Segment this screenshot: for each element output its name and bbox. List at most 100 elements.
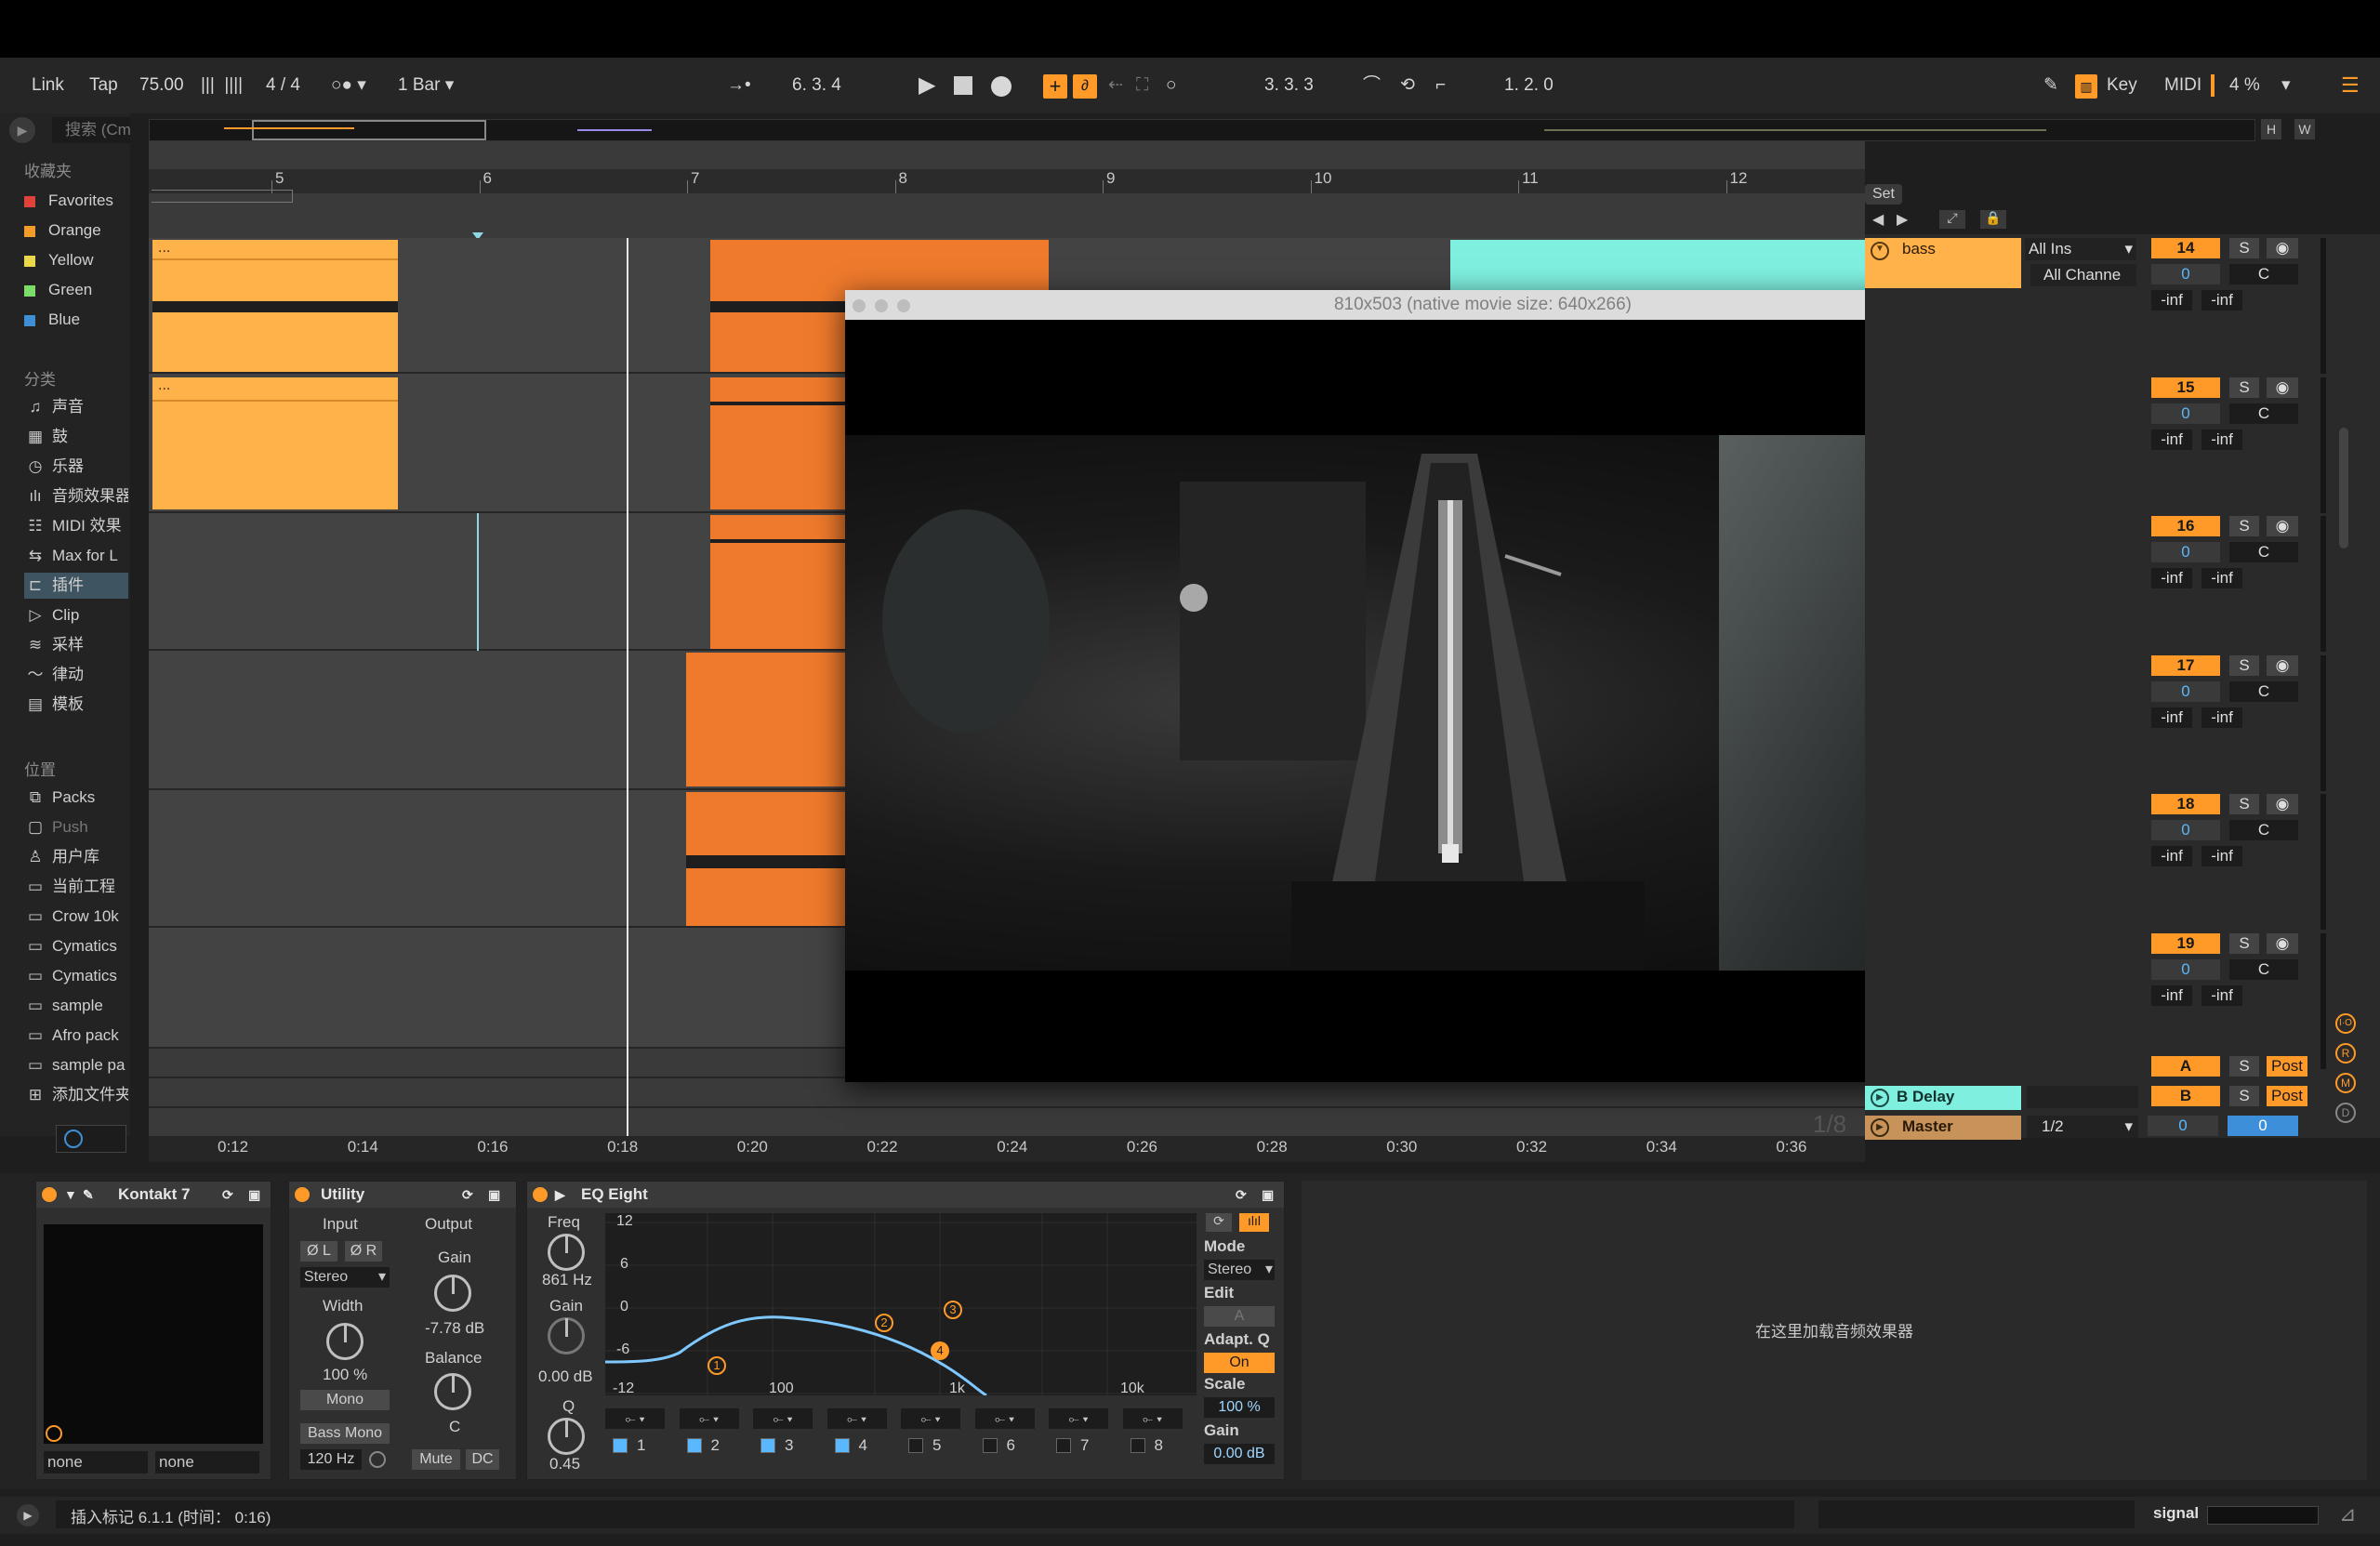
track-header-bass[interactable]: ▼ bass	[1865, 238, 2021, 288]
category-item[interactable]: ⇆ Max for L	[24, 543, 128, 569]
save-preset-icon[interactable]: ▣	[248, 1182, 260, 1208]
arrangement-overview[interactable]	[149, 119, 2255, 141]
volume-field[interactable]: 0	[2151, 264, 2220, 284]
utility-device[interactable]: Utility ⟳ ▣ Input Output Ø L Ø R Stereo ▾…	[288, 1181, 517, 1480]
track-activator[interactable]: 18	[2151, 794, 2220, 814]
solo-button[interactable]: S	[2229, 1056, 2259, 1077]
place-item[interactable]: ▭ Cymatics	[24, 963, 128, 989]
place-item[interactable]: ▭ Crow 10k	[24, 904, 128, 930]
filter-type-icon[interactable]: ⟜ ▾	[753, 1408, 813, 1429]
metronome-icon[interactable]: ○● ▾	[331, 71, 366, 100]
plugin-display[interactable]	[44, 1224, 263, 1444]
category-item[interactable]: ≋ 采样	[24, 632, 128, 658]
balance-knob[interactable]	[434, 1373, 471, 1410]
hot-swap-icon[interactable]: ⟳	[462, 1182, 473, 1208]
minimize-icon[interactable]	[875, 299, 888, 312]
channel-mode-select[interactable]: Stereo ▾	[300, 1267, 390, 1288]
return-activator[interactable]: A	[2151, 1056, 2220, 1077]
solo-button[interactable]: S	[2229, 516, 2259, 536]
menu-icon[interactable]: ☰	[2341, 71, 2360, 100]
next-locator-icon[interactable]: ▶	[1897, 210, 1908, 229]
time-signature[interactable]: 4 / 4	[266, 71, 300, 100]
place-item[interactable]: ▭ sample	[24, 993, 128, 1019]
plugin-param-select[interactable]: none	[155, 1451, 259, 1473]
solo-button[interactable]: S	[2229, 654, 2259, 676]
tap-button[interactable]: Tap	[89, 71, 118, 100]
mode-select[interactable]: Stereo ▾	[1204, 1260, 1275, 1280]
pan-field[interactable]: C	[2229, 820, 2298, 840]
filter-type-icon[interactable]: ⟜ ▾	[1049, 1408, 1108, 1429]
follow-icon[interactable]: →•	[727, 71, 751, 100]
input-channel-select[interactable]: All Channe	[2030, 264, 2136, 286]
solo-button[interactable]: S	[2229, 238, 2259, 258]
category-item[interactable]: ◷ 乐器	[24, 454, 128, 480]
browser-search-input[interactable]: 搜索 (Cm	[52, 117, 130, 143]
return-track-header[interactable]: ▶ B Delay	[1865, 1086, 2021, 1110]
time-ruler[interactable]: 0:12 0:14 0:16 0:18 0:20 0:22 0:24 0:26 0:28 0:30…	[149, 1136, 1865, 1162]
arm-icon[interactable]: ◉	[2267, 238, 2298, 258]
band-toggle-icon[interactable]	[1130, 1438, 1145, 1453]
edit-button[interactable]: A	[1204, 1306, 1275, 1327]
track-activator[interactable]: 15	[2151, 377, 2220, 398]
eq-band[interactable]: ⟜ ▾ 1	[605, 1408, 672, 1468]
eq-band[interactable]: ⟜ ▾ 2	[679, 1408, 747, 1468]
mute-button[interactable]: Mute	[412, 1449, 460, 1470]
session-record-icon[interactable]: ○	[1166, 71, 1176, 100]
track-activator[interactable]: 19	[2151, 932, 2220, 954]
collection-item[interactable]: Yellow	[24, 247, 128, 273]
master-lane[interactable]	[149, 1108, 1865, 1138]
category-item[interactable]: ▦ 鼓	[24, 424, 128, 450]
freq-knob[interactable]	[548, 1234, 585, 1271]
track-activator[interactable]: 14	[2151, 238, 2220, 258]
place-item[interactable]: ⊞ 添加文件夹	[24, 1082, 128, 1108]
browser-toggle-icon[interactable]: ▶	[9, 117, 35, 143]
place-item[interactable]: ▭ Afro pack	[24, 1023, 128, 1049]
overview-viewport[interactable]	[252, 120, 486, 140]
vertical-scrollbar[interactable]	[2339, 428, 2348, 548]
post-button[interactable]: Post	[2267, 1056, 2307, 1077]
return-activator[interactable]: B	[2151, 1086, 2220, 1106]
master-volume[interactable]: 0	[2148, 1116, 2218, 1136]
track-name[interactable]: bass	[1902, 240, 1936, 258]
filter-type-icon[interactable]: ⟜ ▾	[901, 1408, 960, 1429]
overview-h-button[interactable]: H	[2261, 119, 2281, 139]
overview-w-button[interactable]: W	[2294, 119, 2315, 139]
adapt-q-button[interactable]: On	[1204, 1353, 1275, 1373]
overdub-icon[interactable]: +	[1043, 74, 1067, 99]
category-item[interactable]: ılı 音频效果器	[24, 483, 128, 509]
hot-swap-icon[interactable]: ⟳	[222, 1182, 233, 1208]
loop-brace[interactable]	[152, 190, 293, 203]
band-toggle-icon[interactable]	[908, 1438, 923, 1453]
solo-button[interactable]: S	[2229, 932, 2259, 954]
nudge-icon[interactable]: ||| ||||	[201, 71, 243, 100]
song-position[interactable]: 6. 3. 4	[792, 71, 841, 100]
quantize-menu[interactable]: 1 Bar ▾	[398, 71, 454, 100]
mono-button[interactable]: Mono	[300, 1390, 390, 1410]
capture-icon[interactable]: ⛶	[1136, 71, 1148, 100]
set-locator-button[interactable]: Set	[1865, 184, 1902, 205]
cpu-menu-icon[interactable]: ▾	[2281, 71, 2291, 100]
place-item[interactable]: ▢ Push	[24, 814, 128, 840]
bass-audition-icon[interactable]	[369, 1451, 386, 1468]
arm-icon[interactable]: ◉	[2267, 516, 2298, 536]
effects-drop-zone[interactable]: 在这里加载音频效果器	[1302, 1181, 2367, 1480]
q-knob[interactable]	[548, 1418, 585, 1455]
filter-type-icon[interactable]: ⟜ ▾	[826, 1408, 887, 1429]
cue-out-select[interactable]: 1/2 ▾	[2027, 1116, 2138, 1138]
eq-node[interactable]: 3	[944, 1301, 962, 1319]
collection-item[interactable]: Orange	[24, 218, 128, 244]
zoom-icon[interactable]: ⤢	[1939, 210, 1965, 229]
band-toggle-icon[interactable]	[1056, 1438, 1071, 1453]
tempo-field[interactable]: 75.00	[139, 71, 184, 100]
filter-type-icon[interactable]: ⟜ ▾	[605, 1408, 665, 1429]
gain-knob[interactable]	[434, 1275, 471, 1312]
pan-field[interactable]: C	[2229, 681, 2298, 702]
play-icon[interactable]: ▶	[919, 71, 935, 100]
arm-icon[interactable]: ◉	[2267, 794, 2298, 814]
solo-button[interactable]: S	[2229, 794, 2259, 814]
midi-clip[interactable]	[686, 653, 850, 786]
category-item[interactable]: 〜律动	[24, 662, 128, 688]
place-item[interactable]: ▭ sample pa	[24, 1052, 128, 1078]
zoom-window-icon[interactable]	[897, 299, 910, 312]
volume-field[interactable]: 0	[2151, 403, 2220, 424]
